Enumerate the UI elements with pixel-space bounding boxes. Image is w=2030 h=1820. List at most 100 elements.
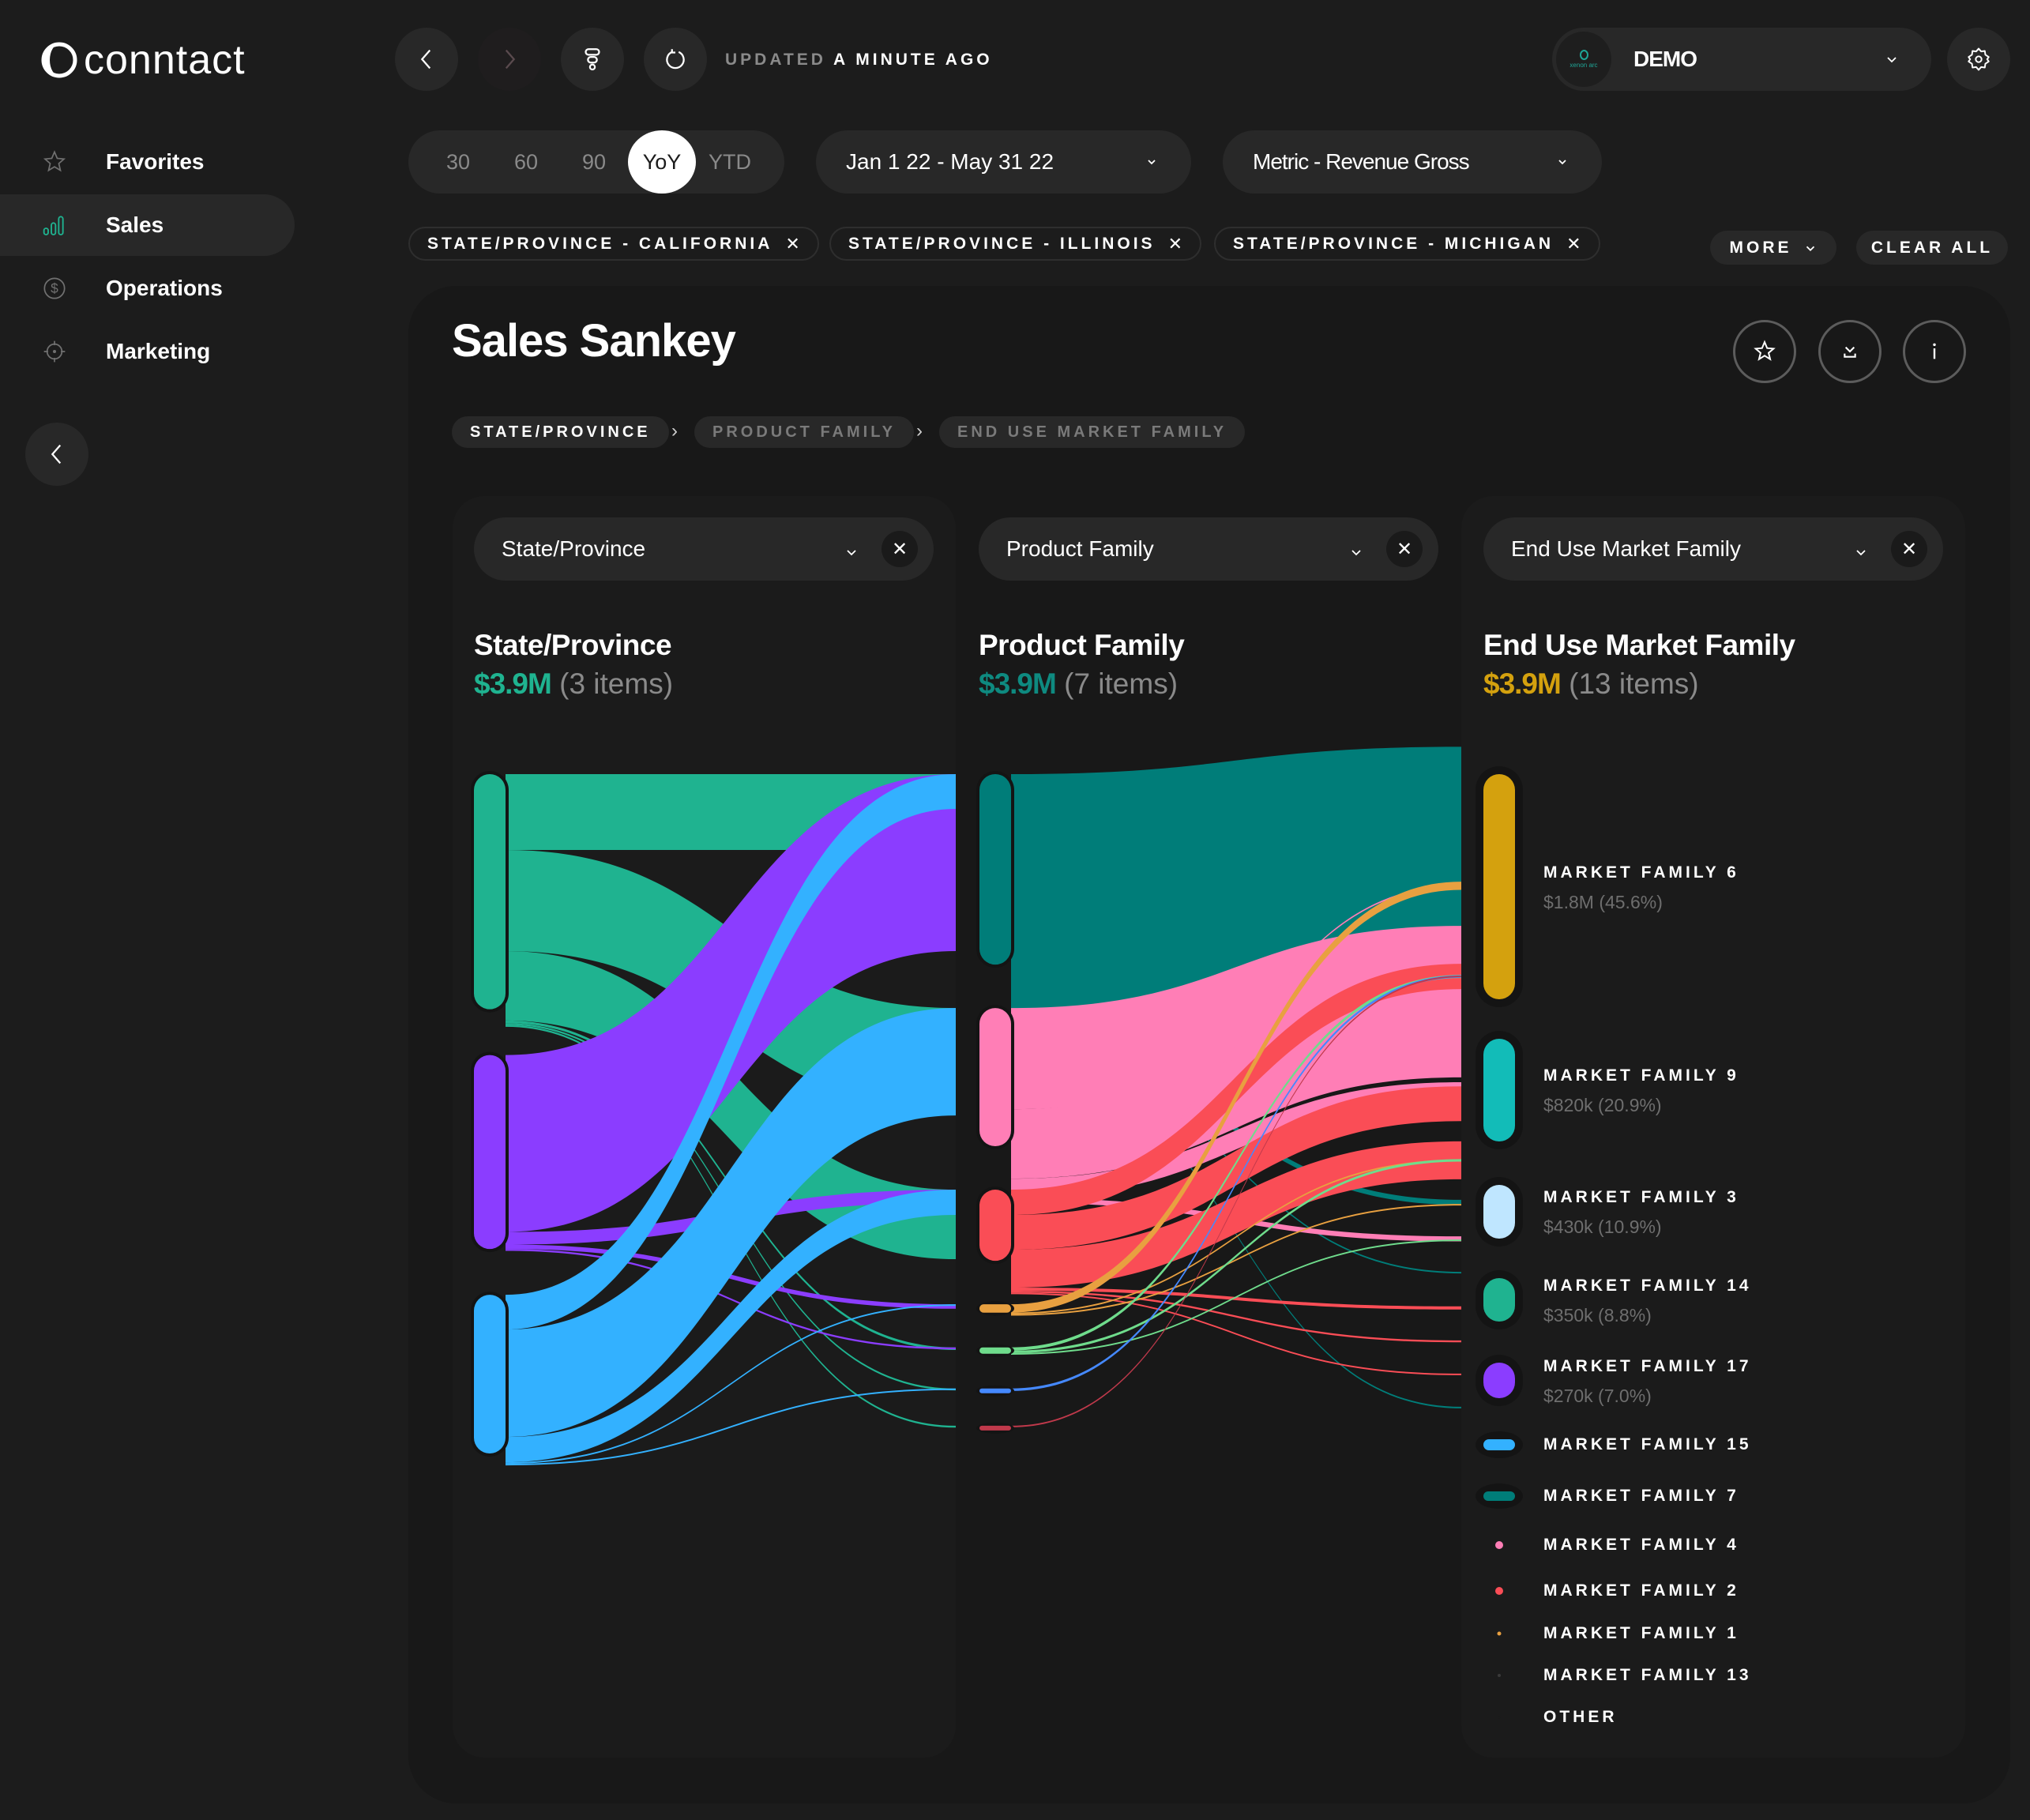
legend-item[interactable]: MARKET FAMILY 9 $820k (20.9%)	[1543, 1066, 1739, 1116]
period-option-30[interactable]: 30	[424, 130, 492, 194]
brand-ring-icon	[1579, 50, 1588, 60]
product-node[interactable]	[979, 774, 1011, 965]
period-option-ytd[interactable]: YTD	[696, 130, 764, 194]
chevron-down-icon	[1887, 57, 1897, 63]
market-node[interactable]	[1498, 1674, 1501, 1677]
market-node[interactable]	[1483, 1278, 1515, 1322]
market-node[interactable]	[1483, 1363, 1515, 1398]
breadcrumb-item[interactable]: STATE/PROVINCE	[452, 416, 669, 448]
workspace-selector[interactable]: xenon arc DEMO	[1552, 28, 1931, 91]
legend-item[interactable]: MARKET FAMILY 6 $1.8M (45.6%)	[1543, 863, 1739, 913]
remove-dimension-button[interactable]: ✕	[1386, 531, 1423, 567]
download-icon	[1844, 346, 1856, 358]
period-option-60[interactable]: 60	[492, 130, 560, 194]
metric-select[interactable]: Metric - Revenue Gross	[1223, 130, 1602, 194]
sidebar-item-label: Sales	[106, 212, 164, 237]
market-node[interactable]	[1498, 1716, 1501, 1719]
column-heading: State/Province	[474, 629, 672, 661]
filter-chip[interactable]: STATE/PROVINCE - CALIFORNIA ✕	[408, 227, 819, 261]
legend-item[interactable]: MARKET FAMILY 2	[1543, 1581, 1739, 1600]
refresh-button[interactable]	[644, 28, 707, 91]
legend-item[interactable]: MARKET FAMILY 17 $270k (7.0%)	[1543, 1357, 1752, 1407]
state-node[interactable]	[474, 774, 506, 1010]
breadcrumb-item[interactable]: END USE MARKET FAMILY	[939, 416, 1246, 448]
legend-name: MARKET FAMILY 7	[1543, 1487, 1739, 1505]
period-option-90[interactable]: 90	[560, 130, 628, 194]
column-total: $3.9M (7 items)	[979, 667, 1178, 701]
legend-item[interactable]: MARKET FAMILY 3 $430k (10.9%)	[1543, 1188, 1739, 1238]
market-node[interactable]	[1483, 1039, 1515, 1141]
market-node[interactable]	[1483, 1491, 1515, 1501]
favorite-button[interactable]	[1733, 320, 1796, 383]
market-node[interactable]	[1495, 1541, 1503, 1549]
state-dimension-select[interactable]: State/Province ✕	[474, 517, 934, 581]
legend-item[interactable]: MARKET FAMILY 4	[1543, 1536, 1739, 1555]
collapse-sidebar-button[interactable]	[25, 423, 88, 486]
legend-item[interactable]: MARKET FAMILY 14 $350k (8.8%)	[1543, 1277, 1752, 1326]
date-range-select[interactable]: Jan 1 22 - May 31 22	[816, 130, 1191, 194]
remove-dimension-button[interactable]: ✕	[882, 531, 918, 567]
market-node[interactable]	[1497, 1631, 1502, 1636]
legend-item[interactable]: OTHER	[1543, 1708, 1618, 1727]
sidebar-item-label: Favorites	[106, 149, 205, 174]
state-node[interactable]	[474, 1295, 506, 1453]
download-button[interactable]	[1818, 320, 1882, 383]
filter-chip[interactable]: STATE/PROVINCE - MICHIGAN ✕	[1214, 227, 1600, 261]
legend-item[interactable]: MARKET FAMILY 13	[1543, 1666, 1752, 1685]
chevron-left-icon	[51, 444, 62, 464]
product-node[interactable]	[979, 1008, 1011, 1147]
market-dimension-select[interactable]: End Use Market Family ✕	[1483, 517, 1943, 581]
clear-all-button[interactable]: CLEAR ALL	[1856, 231, 2008, 265]
close-icon[interactable]: ✕	[785, 234, 799, 254]
state-node[interactable]	[474, 1055, 506, 1250]
product-node[interactable]	[979, 1388, 1011, 1393]
legend-name: MARKET FAMILY 14	[1543, 1276, 1752, 1295]
close-icon[interactable]: ✕	[1168, 234, 1182, 254]
legend-name: MARKET FAMILY 1	[1543, 1624, 1739, 1642]
back-button[interactable]	[395, 28, 458, 91]
filter-chip[interactable]: STATE/PROVINCE - ILLINOIS ✕	[829, 227, 1202, 261]
market-node[interactable]	[1483, 1439, 1515, 1450]
filter-button[interactable]	[561, 28, 624, 91]
dimension-select-value: End Use Market Family	[1511, 536, 1741, 561]
product-dimension-select[interactable]: Product Family ✕	[979, 517, 1438, 581]
filter-chip-label: STATE/PROVINCE - ILLINOIS	[848, 234, 1156, 253]
breadcrumb-item[interactable]: PRODUCT FAMILY	[694, 416, 914, 448]
logo-text: conntact	[84, 37, 246, 83]
market-node[interactable]	[1483, 774, 1515, 999]
sidebar-item-operations[interactable]: $ Operations	[0, 258, 295, 319]
settings-button[interactable]	[1947, 28, 2010, 91]
more-filters-button[interactable]: MORE	[1710, 231, 1836, 265]
last-updated: UPDATED A MINUTE AGO	[725, 51, 993, 69]
chevron-down-icon	[1856, 550, 1866, 556]
sidebar-item-sales[interactable]: Sales	[0, 194, 295, 256]
remove-dimension-button[interactable]: ✕	[1891, 531, 1927, 567]
product-node[interactable]	[979, 1304, 1011, 1313]
legend-item[interactable]: MARKET FAMILY 7	[1543, 1487, 1739, 1506]
period-toggle: 30 60 90 YoY YTD	[408, 130, 784, 194]
legend-name: MARKET FAMILY 9	[1543, 1066, 1739, 1085]
forward-button[interactable]	[478, 28, 541, 91]
product-node[interactable]	[979, 1425, 1011, 1431]
product-node[interactable]	[979, 1347, 1011, 1354]
market-node[interactable]	[1495, 1587, 1503, 1595]
workspace-logo: xenon arc	[1556, 32, 1611, 87]
filter-chip-label: STATE/PROVINCE - MICHIGAN	[1233, 234, 1554, 253]
chevron-down-icon	[1148, 160, 1156, 165]
legend-item[interactable]: MARKET FAMILY 1	[1543, 1624, 1739, 1643]
market-node[interactable]	[1483, 1185, 1515, 1239]
info-button[interactable]	[1903, 320, 1966, 383]
product-node[interactable]	[979, 1190, 1011, 1262]
sidebar-item-marketing[interactable]: Marketing	[0, 321, 295, 382]
sidebar-item-favorites[interactable]: Favorites	[0, 131, 295, 193]
close-icon[interactable]: ✕	[1566, 234, 1581, 254]
clear-all-label: CLEAR ALL	[1870, 238, 1994, 257]
column-heading: End Use Market Family	[1483, 629, 1795, 661]
period-option-yoy[interactable]: YoY	[628, 130, 696, 194]
star-icon	[42, 149, 67, 175]
breadcrumb-chevron-icon: ›	[916, 420, 923, 442]
legend-value: $350k (8.8%)	[1543, 1304, 1652, 1326]
column-total: $3.9M (3 items)	[474, 667, 673, 701]
logo-mark-icon	[41, 42, 77, 78]
legend-item[interactable]: MARKET FAMILY 15	[1543, 1435, 1752, 1454]
